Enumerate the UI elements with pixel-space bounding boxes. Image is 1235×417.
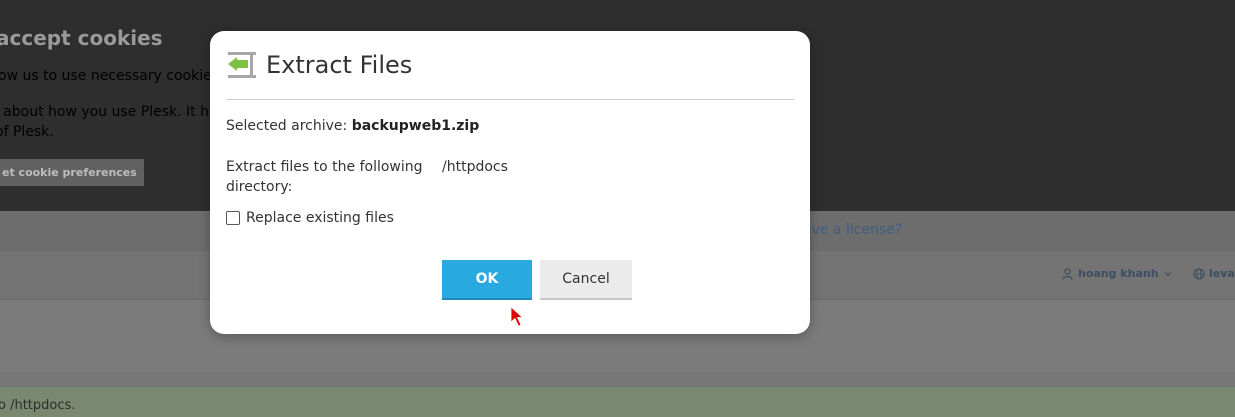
content-divider xyxy=(0,372,1235,387)
success-message-text: o /httpdocs. xyxy=(0,398,76,413)
language-label: leva xyxy=(1209,267,1235,280)
cookie-text: ow us to use necessary cookies. xyxy=(0,68,224,84)
cookie-text: of Plesk. xyxy=(0,124,54,140)
selected-archive-row: Selected archive: backupweb1.zip xyxy=(226,118,479,134)
title-divider xyxy=(226,99,794,100)
archive-name: backupweb1.zip xyxy=(351,118,480,134)
extract-files-icon xyxy=(228,52,256,78)
cookie-text: / about how you use Plesk. It help xyxy=(0,104,231,120)
cookie-title: accept cookies xyxy=(0,26,163,50)
archive-label: Selected archive: xyxy=(226,118,352,134)
success-message-bar xyxy=(0,387,1235,417)
user-name: hoang khanh xyxy=(1078,267,1159,280)
replace-existing-checkbox[interactable] xyxy=(226,211,240,225)
chevron-down-icon xyxy=(1164,271,1171,276)
mouse-cursor-icon xyxy=(510,306,524,327)
replace-existing-row[interactable]: Replace existing files xyxy=(226,210,394,226)
ok-button[interactable]: OK xyxy=(442,260,532,300)
user-icon xyxy=(1062,267,1073,280)
replace-existing-label: Replace existing files xyxy=(246,210,394,226)
language-menu[interactable]: leva xyxy=(1193,267,1235,280)
cancel-button[interactable]: Cancel xyxy=(540,260,632,300)
extract-directory-label: Extract files to the following directory… xyxy=(226,159,423,195)
user-menu[interactable]: hoang khanh xyxy=(1062,267,1172,280)
globe-icon xyxy=(1193,267,1205,280)
dialog-title: Extract Files xyxy=(266,51,413,79)
extract-files-dialog: Extract Files Selected archive: backupwe… xyxy=(210,31,810,334)
extract-directory-value: /httpdocs xyxy=(442,159,508,175)
cookie-preferences-button[interactable]: et cookie preferences xyxy=(0,159,144,186)
license-link[interactable]: ave a license? xyxy=(803,222,902,238)
